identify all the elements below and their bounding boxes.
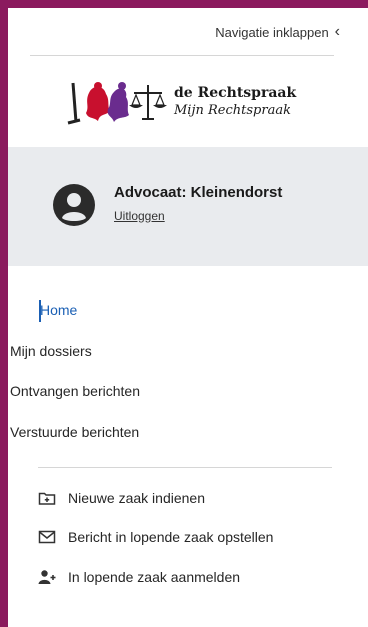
nav-item-label: Verstuurde berichten xyxy=(10,424,140,440)
rechtspraak-logo[interactable]: de Rechtspraak Mijn Rechtspraak xyxy=(62,73,312,133)
logout-link[interactable]: Uitloggen xyxy=(114,209,165,223)
active-indicator xyxy=(39,300,41,322)
nav-item-home[interactable]: Home xyxy=(10,300,78,322)
envelope-icon xyxy=(38,530,56,544)
action-label: Bericht in lopende zaak opstellen xyxy=(68,529,274,545)
chevron-left-icon: ‹ xyxy=(334,23,340,40)
action-zaak-aanmelden[interactable]: In lopende zaak aanmelden xyxy=(38,569,240,585)
collapse-navigation-button[interactable]: Navigatie inklappen ‹ xyxy=(215,24,340,40)
divider xyxy=(30,55,334,56)
divider xyxy=(38,467,332,468)
nav-item-label: Mijn dossiers xyxy=(10,343,92,359)
logo-name: de Rechtspraak xyxy=(174,85,297,101)
user-name: Advocaat: Kleinendorst xyxy=(114,184,283,201)
collapse-label: Navigatie inklappen xyxy=(215,24,329,40)
nav-item-ontvangen-berichten[interactable]: Ontvangen berichten xyxy=(10,383,140,399)
user-plus-icon xyxy=(38,570,56,584)
action-bericht-opstellen[interactable]: Bericht in lopende zaak opstellen xyxy=(38,529,273,545)
user-panel: Advocaat: Kleinendorst Uitloggen xyxy=(8,147,368,266)
action-label: Nieuwe zaak indienen xyxy=(68,490,205,506)
nav-item-label: Ontvangen berichten xyxy=(10,383,140,399)
nav-item-label: Home xyxy=(40,302,78,318)
user-avatar-icon xyxy=(53,184,95,226)
logo-subtitle: Mijn Rechtspraak xyxy=(174,103,291,118)
nav-item-mijn-dossiers[interactable]: Mijn dossiers xyxy=(10,343,92,359)
logo-text: de Rechtspraak Mijn Rechtspraak xyxy=(174,85,296,118)
action-nieuwe-zaak-indienen[interactable]: Nieuwe zaak indienen xyxy=(38,490,205,506)
nav-item-verstuurde-berichten[interactable]: Verstuurde berichten xyxy=(10,424,139,440)
justitia-icon xyxy=(67,82,167,125)
folder-plus-icon xyxy=(38,492,56,505)
action-label: In lopende zaak aanmelden xyxy=(68,569,241,585)
